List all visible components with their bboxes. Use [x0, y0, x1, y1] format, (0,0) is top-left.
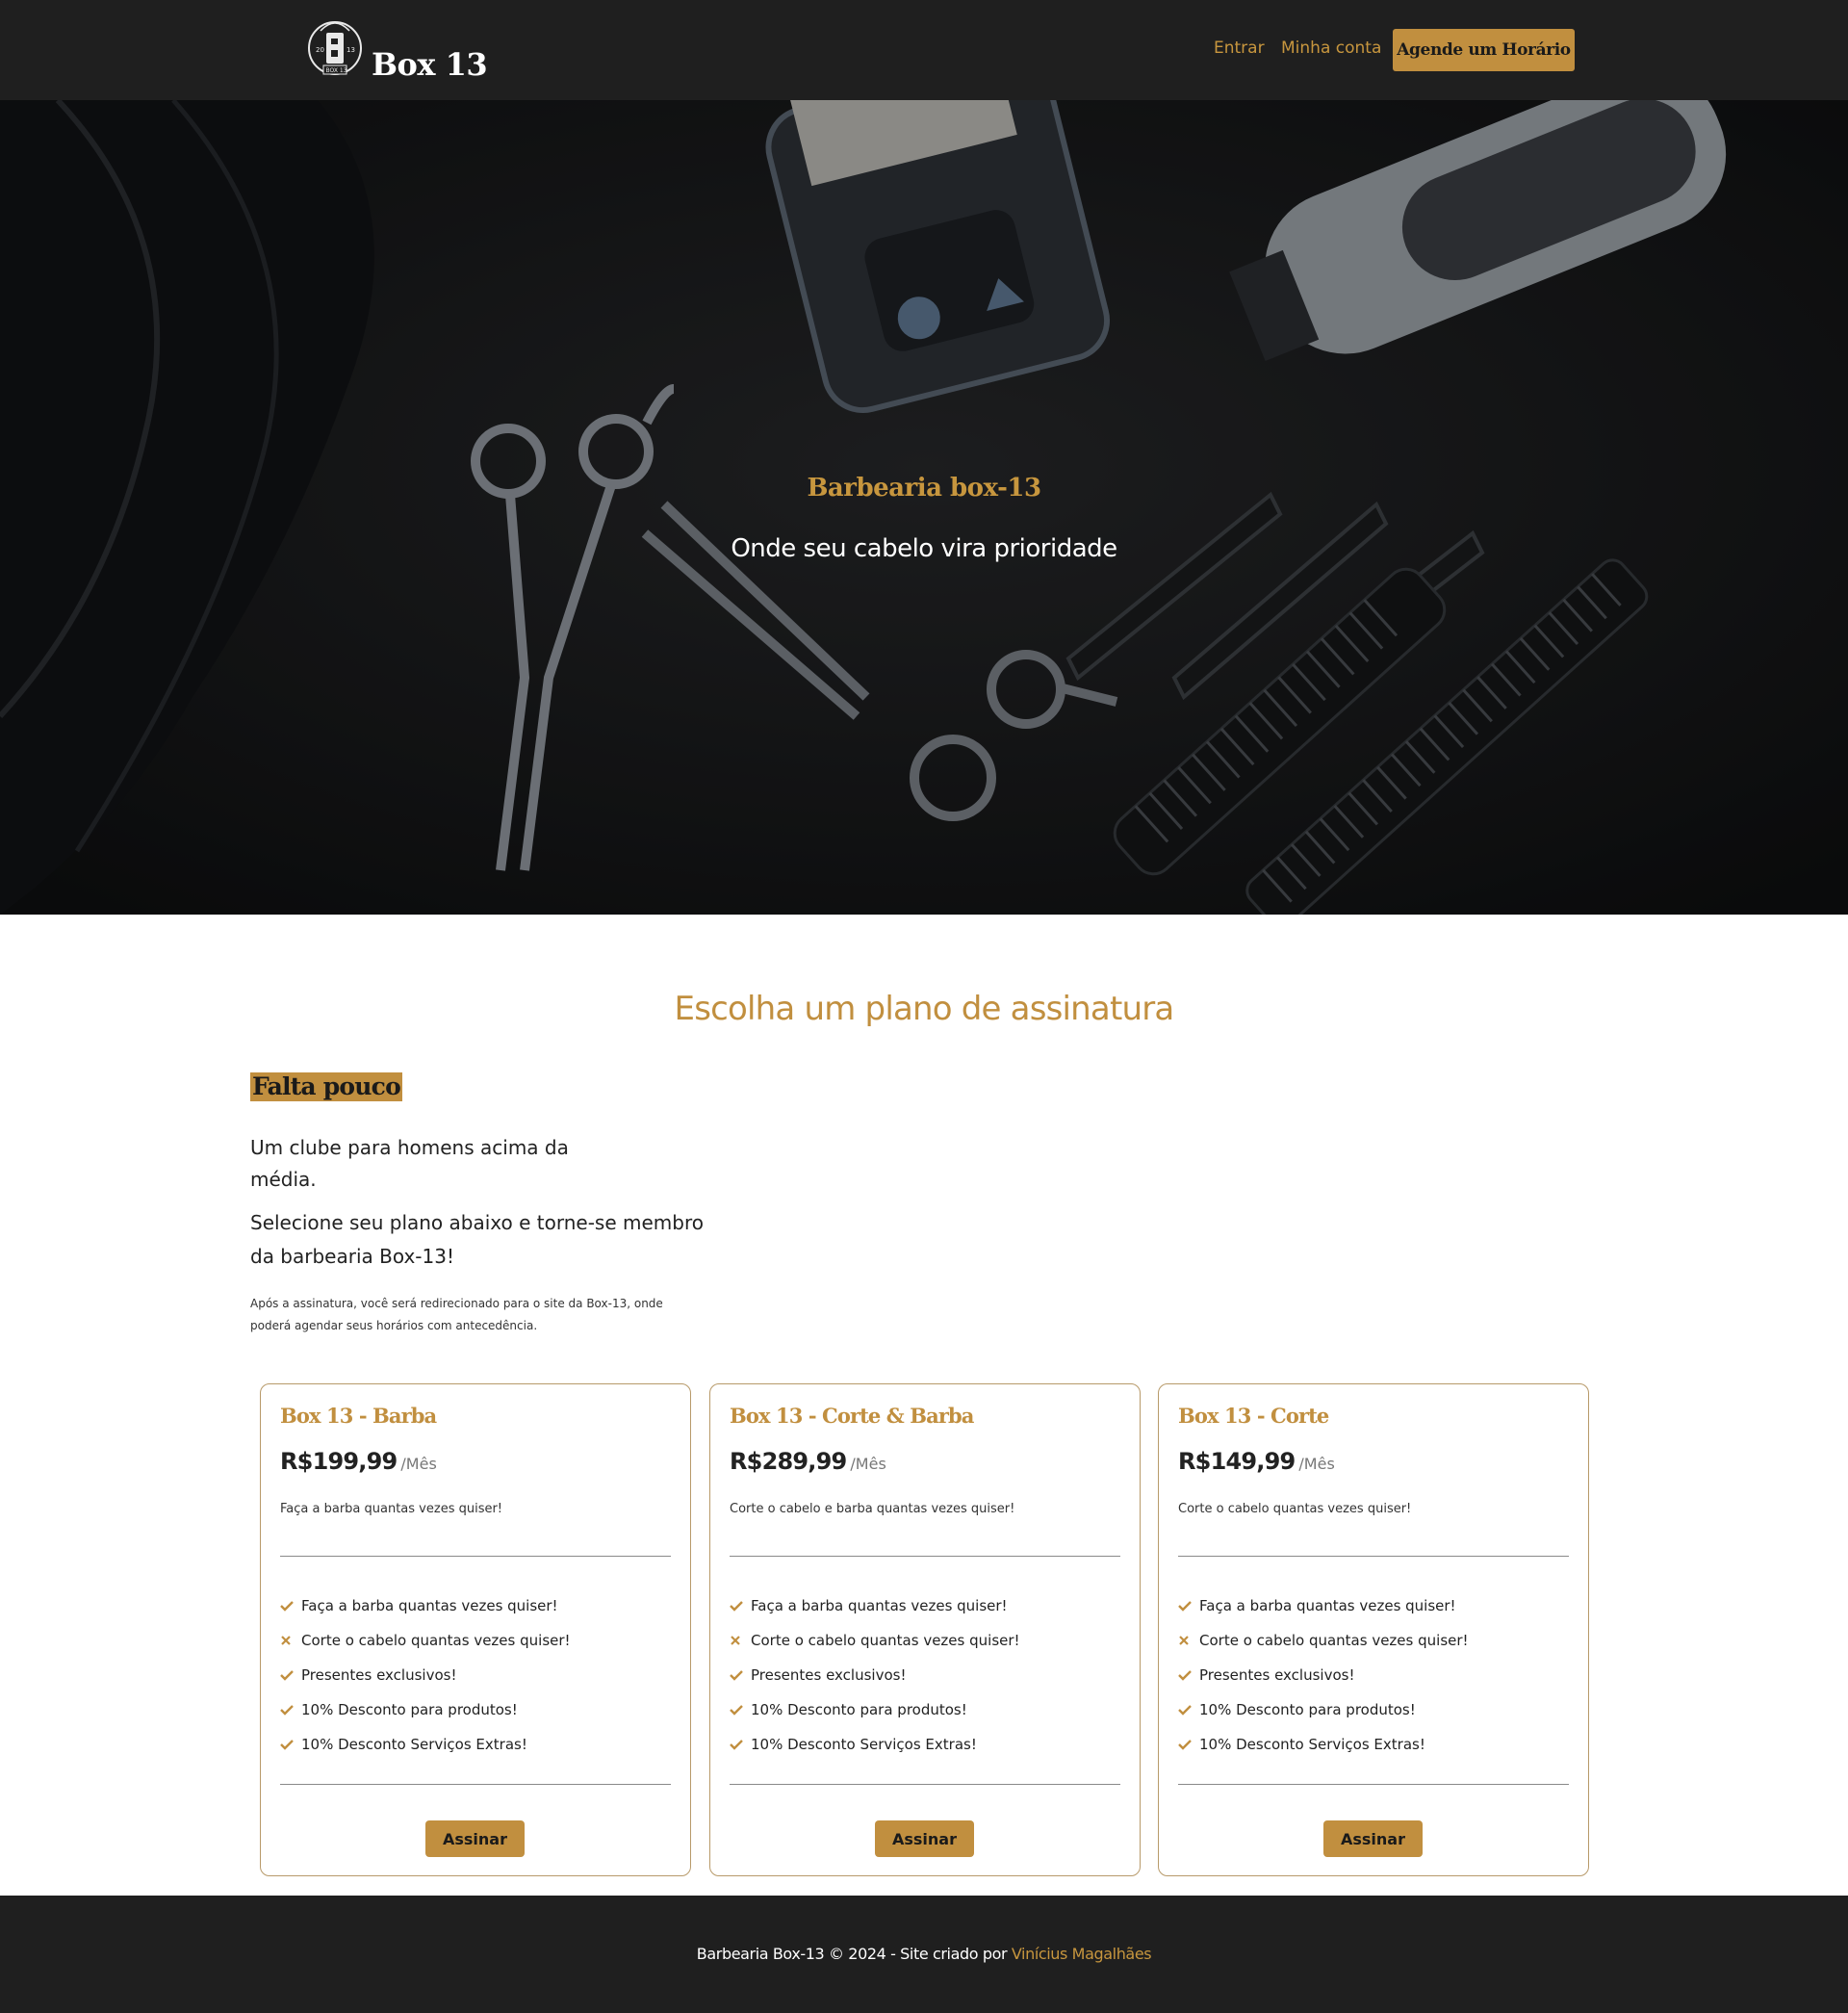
feature-list: Faça a barba quantas vezes quiser! Corte… [730, 1588, 1020, 1762]
brand-name[interactable]: Box 13 [372, 46, 488, 83]
plan-card-barba: Box 13 - Barba R$199,99/Mês Faça a barba… [260, 1383, 691, 1876]
feature-item: Presentes exclusivos! [280, 1658, 571, 1692]
nav-entrar[interactable]: Entrar [1214, 39, 1265, 58]
plan-card-corte: Box 13 - Corte R$149,99/Mês Corte o cabe… [1158, 1383, 1589, 1876]
feature-label: Presentes exclusivos! [1199, 1666, 1355, 1684]
check-icon [1178, 1704, 1199, 1716]
feature-label: 10% Desconto Serviços Extras! [1199, 1736, 1425, 1753]
feature-label: 10% Desconto Serviços Extras! [751, 1736, 977, 1753]
feature-item: Faça a barba quantas vezes quiser! [1178, 1588, 1469, 1623]
subscribe-button[interactable]: Assinar [875, 1820, 974, 1857]
barbershop-logo-icon[interactable]: 20 13 BOX 13 [307, 6, 363, 90]
feature-label: 10% Desconto para produtos! [751, 1701, 967, 1718]
feature-label: Presentes exclusivos! [751, 1666, 907, 1684]
feature-label: Corte o cabelo quantas vezes quiser! [1199, 1632, 1469, 1649]
check-icon [280, 1669, 301, 1681]
price-period: /Mês [850, 1455, 886, 1473]
plan-title: Box 13 - Corte & Barba [730, 1404, 974, 1428]
falta-pouco-tag: Falta pouco [250, 1072, 402, 1101]
feature-label: Corte o cabelo quantas vezes quiser! [751, 1632, 1020, 1649]
check-icon [1178, 1600, 1199, 1612]
feature-list: Faça a barba quantas vezes quiser! Corte… [1178, 1588, 1469, 1762]
divider [730, 1784, 1120, 1785]
plan-description: Corte o cabelo e barba quantas vezes qui… [730, 1502, 1015, 1516]
plan-title: Box 13 - Corte [1178, 1404, 1329, 1428]
hero-banner: Barbearia box-13 Onde seu cabelo vira pr… [0, 100, 1848, 915]
check-icon [730, 1669, 751, 1681]
cross-icon [280, 1635, 301, 1646]
feature-label: 10% Desconto Serviços Extras! [301, 1736, 527, 1753]
feature-item: 10% Desconto Serviços Extras! [730, 1727, 1020, 1762]
feature-label: Faça a barba quantas vezes quiser! [751, 1597, 1008, 1614]
check-icon [280, 1739, 301, 1750]
feature-label: 10% Desconto para produtos! [1199, 1701, 1416, 1718]
check-icon [730, 1704, 751, 1716]
hero-title: Barbearia box-13 [807, 474, 1041, 503]
nav-minha-conta[interactable]: Minha conta [1281, 39, 1381, 58]
svg-text:13: 13 [346, 46, 355, 54]
divider [280, 1556, 671, 1557]
divider [1178, 1784, 1569, 1785]
svg-text:20: 20 [316, 46, 324, 54]
site-footer: Barbearia Box-13 © 2024 - Site criado po… [0, 1896, 1848, 2013]
footer-text: Barbearia Box-13 © 2024 - Site criado po… [0, 1945, 1848, 1963]
site-header: 20 13 BOX 13 Box 13 Entrar Minha conta A… [0, 0, 1848, 100]
price-value: R$289,99 [730, 1448, 847, 1475]
check-icon [1178, 1669, 1199, 1681]
feature-item: Faça a barba quantas vezes quiser! [280, 1588, 571, 1623]
book-appointment-button[interactable]: Agende um Horário [1393, 29, 1575, 71]
feature-item: Corte o cabelo quantas vezes quiser! [280, 1623, 571, 1658]
feature-label: Presentes exclusivos! [301, 1666, 457, 1684]
feature-label: Faça a barba quantas vezes quiser! [1199, 1597, 1456, 1614]
divider [730, 1556, 1120, 1557]
price-period: /Mês [1298, 1455, 1335, 1473]
plan-description: Faça a barba quantas vezes quiser! [280, 1502, 503, 1516]
feature-item: Corte o cabelo quantas vezes quiser! [730, 1623, 1020, 1658]
hero-subtitle: Onde seu cabelo vira prioridade [731, 534, 1117, 563]
check-icon [730, 1600, 751, 1612]
divider [280, 1784, 671, 1785]
plan-price: R$289,99/Mês [730, 1448, 886, 1475]
hero-background-image [0, 100, 1848, 915]
cross-icon [730, 1635, 751, 1646]
check-icon [1178, 1739, 1199, 1750]
check-icon [280, 1704, 301, 1716]
feature-item: 10% Desconto Serviços Extras! [280, 1727, 571, 1762]
redirect-note: Após a assinatura, você será redireciona… [250, 1297, 663, 1332]
plan-description: Corte o cabelo quantas vezes quiser! [1178, 1502, 1412, 1516]
feature-item: Presentes exclusivos! [730, 1658, 1020, 1692]
feature-label: Corte o cabelo quantas vezes quiser! [301, 1632, 571, 1649]
feature-item: Corte o cabelo quantas vezes quiser! [1178, 1623, 1469, 1658]
copyright-text: Barbearia Box-13 © 2024 - Site criado po… [696, 1945, 1012, 1963]
feature-label: 10% Desconto para produtos! [301, 1701, 518, 1718]
plan-title: Box 13 - Barba [280, 1404, 437, 1428]
feature-item: 10% Desconto para produtos! [1178, 1692, 1469, 1727]
check-icon [280, 1600, 301, 1612]
svg-text:BOX 13: BOX 13 [326, 67, 347, 74]
cross-icon [1178, 1635, 1199, 1646]
section-title: Escolha um plano de assinatura [674, 990, 1175, 1028]
check-icon [730, 1739, 751, 1750]
subscribe-button[interactable]: Assinar [425, 1820, 525, 1857]
author-link[interactable]: Vinícius Magalhães [1012, 1945, 1152, 1963]
feature-item: 10% Desconto para produtos! [730, 1692, 1020, 1727]
plan-price: R$149,99/Mês [1178, 1448, 1335, 1475]
intro-subtext: Selecione seu plano abaixo e torne-se me… [250, 1211, 704, 1268]
intro-text: Um clube para homens acima da média. [250, 1136, 569, 1191]
price-value: R$149,99 [1178, 1448, 1296, 1475]
feature-label: Faça a barba quantas vezes quiser! [301, 1597, 558, 1614]
plan-price: R$199,99/Mês [280, 1448, 437, 1475]
feature-item: 10% Desconto Serviços Extras! [1178, 1727, 1469, 1762]
subscribe-button[interactable]: Assinar [1323, 1820, 1423, 1857]
feature-list: Faça a barba quantas vezes quiser! Corte… [280, 1588, 571, 1762]
price-period: /Mês [400, 1455, 437, 1473]
divider [1178, 1556, 1569, 1557]
feature-item: Faça a barba quantas vezes quiser! [730, 1588, 1020, 1623]
plan-card-corte-barba: Box 13 - Corte & Barba R$289,99/Mês Cort… [709, 1383, 1141, 1876]
feature-item: 10% Desconto para produtos! [280, 1692, 571, 1727]
feature-item: Presentes exclusivos! [1178, 1658, 1469, 1692]
price-value: R$199,99 [280, 1448, 398, 1475]
